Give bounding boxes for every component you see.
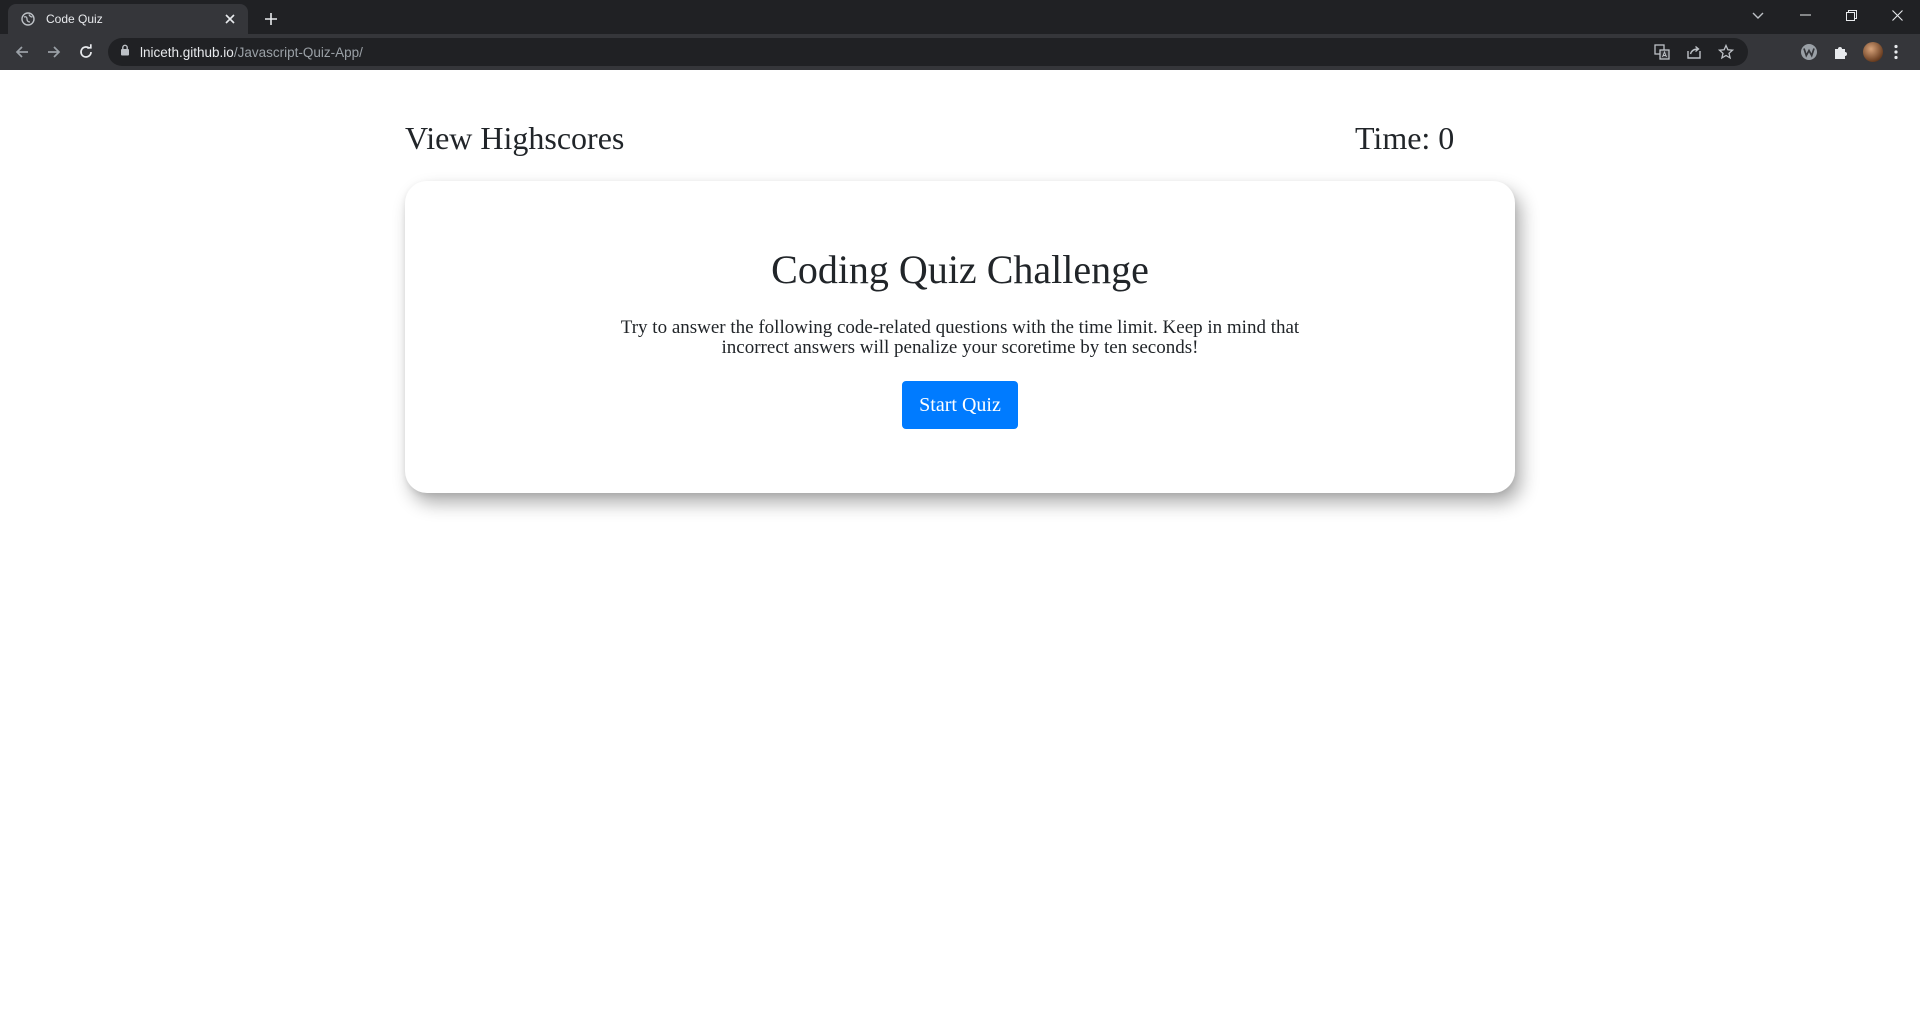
browser-toolbar: lniceth.github.io/Javascript-Quiz-App/ [0,34,1920,70]
lock-icon[interactable] [120,43,130,61]
timer-value: 0 [1438,120,1455,156]
star-icon[interactable] [1716,42,1736,62]
browser-tab-strip: Code Quiz [0,0,1920,34]
page-title: Coding Quiz Challenge [771,247,1149,292]
close-window-icon[interactable] [1874,0,1920,30]
close-icon[interactable] [222,11,238,27]
url-path: /Javascript-Quiz-App/ [233,44,363,60]
kebab-menu-icon[interactable] [1882,38,1910,66]
quiz-intro-card: Coding Quiz Challenge Try to answer the … [405,181,1515,493]
back-arrow-icon[interactable] [8,38,36,66]
forward-arrow-icon[interactable] [40,38,68,66]
quiz-description: Try to answer the following code-related… [620,317,1300,358]
globe-icon [20,11,36,27]
url-host: lniceth.github.io [140,44,234,60]
plus-icon[interactable] [258,6,284,32]
chevron-down-icon[interactable] [1744,4,1772,28]
page-content: View Highscores Time: 0 Coding Quiz Chal… [0,70,1920,1032]
restore-icon[interactable] [1828,0,1874,30]
address-bar-actions [1652,38,1736,66]
view-highscores-link[interactable]: View Highscores [405,120,624,157]
url-text: lniceth.github.io/Javascript-Quiz-App/ [140,45,363,60]
reload-icon[interactable] [72,38,100,66]
address-bar[interactable]: lniceth.github.io/Javascript-Quiz-App/ [108,38,1748,66]
translate-icon[interactable] [1652,42,1672,62]
window-controls [1782,0,1920,30]
start-quiz-button[interactable]: Start Quiz [902,381,1018,429]
tab-title: Code Quiz [46,12,103,26]
browser-tab[interactable]: Code Quiz [8,4,248,34]
extension-icons [1796,38,1886,66]
w-extension-icon[interactable] [1796,38,1822,66]
timer: Time: 0 [1355,120,1454,157]
puzzle-icon[interactable] [1828,38,1854,66]
share-icon[interactable] [1684,42,1704,62]
minimize-icon[interactable] [1782,0,1828,30]
timer-label: Time: [1355,120,1431,156]
